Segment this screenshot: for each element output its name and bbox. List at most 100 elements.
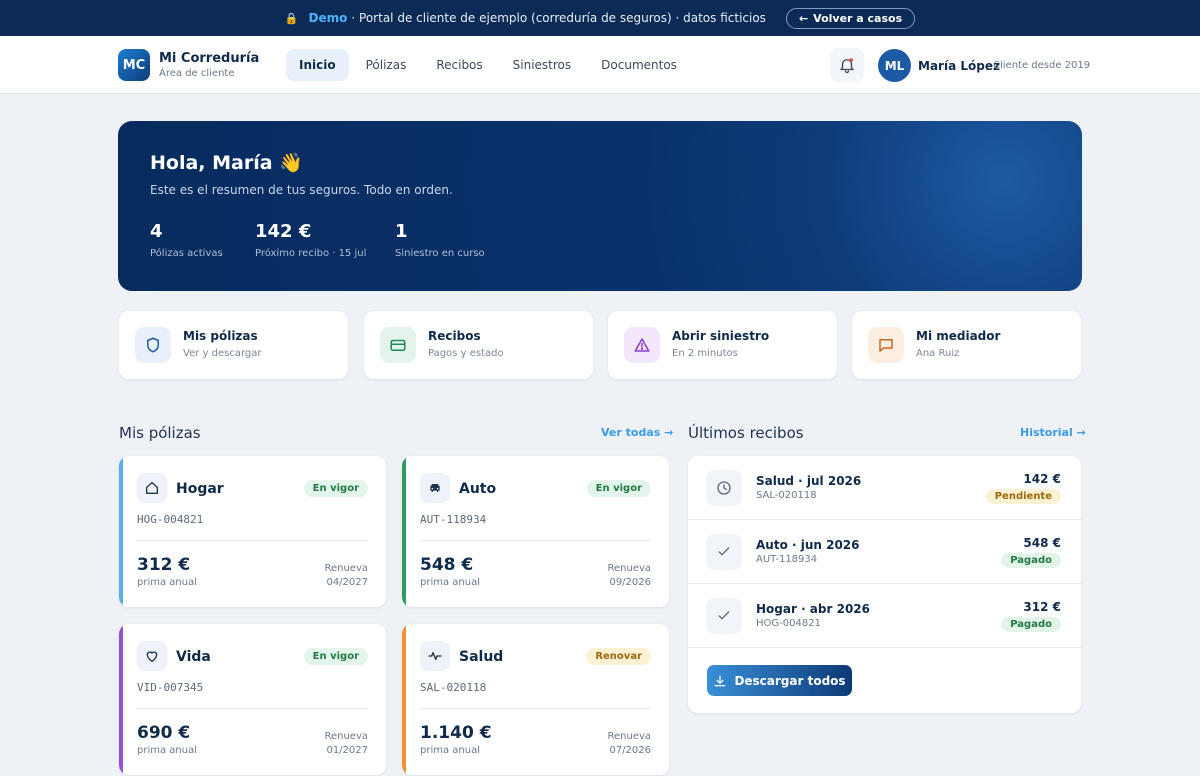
policy-name: Vida <box>176 649 211 665</box>
policy-code: AUT-118934 <box>420 513 487 526</box>
home-icon <box>137 473 167 503</box>
nav-polizas[interactable]: Pólizas <box>353 49 420 81</box>
renew-label: Renueva <box>607 731 651 742</box>
card-accent <box>402 456 406 607</box>
stat-value: 1 <box>395 221 408 242</box>
quick-action-policies[interactable]: Mis pólizas Ver y descargar <box>119 311 348 379</box>
heart-icon <box>137 641 167 671</box>
download-icon <box>715 675 726 686</box>
receipt-amount: 312 € <box>1023 600 1061 614</box>
nav-recibos[interactable]: Recibos <box>423 49 495 81</box>
policy-card-auto[interactable]: Auto En vigor AUT-118934 548 € prima anu… <box>402 456 669 607</box>
status-badge: Pendiente <box>985 489 1061 504</box>
policy-amount-label: prima anual <box>420 577 480 588</box>
renew-label: Renueva <box>607 563 651 574</box>
receipt-amount: 548 € <box>1023 536 1061 550</box>
warning-icon <box>624 327 660 363</box>
status-badge: En vigor <box>586 480 651 497</box>
back-to-cases-label: Volver a casos <box>813 11 903 25</box>
stat-active-policies: 4 Pólizas activas <box>150 221 223 259</box>
receipts-history-link[interactable]: Historial → <box>1020 426 1086 439</box>
nav-inicio[interactable]: Inicio <box>286 49 349 81</box>
demo-text: · Portal de cliente de ejemplo (corredur… <box>351 11 766 25</box>
policy-amount-label: prima anual <box>137 577 197 588</box>
nav-documentos[interactable]: Documentos <box>588 49 690 81</box>
card-icon <box>380 327 416 363</box>
hero-subtitle: Este es el resumen de tus seguros. Todo … <box>150 183 453 197</box>
hero-title: Hola, María 👋 <box>150 152 303 174</box>
status-badge: En vigor <box>303 480 368 497</box>
brand-subtitle: Área de cliente <box>159 68 235 79</box>
quick-action-subtitle: Ana Ruiz <box>916 348 960 359</box>
brand-name: Mi Correduría <box>159 51 260 66</box>
receipt-title: Auto · jun 2026 <box>756 538 860 552</box>
card-accent <box>119 456 123 607</box>
policy-amount: 1.140 € <box>420 723 492 743</box>
status-badge: Renovar <box>586 648 651 665</box>
logo[interactable]: MC <box>118 49 150 81</box>
welcome-hero: Hola, María 👋 Este es el resumen de tus … <box>118 121 1082 291</box>
policy-amount-label: prima anual <box>137 745 197 756</box>
stat-next-receipt: 142 € Próximo recibo · 15 jul <box>255 221 366 259</box>
see-all-policies-link[interactable]: Ver todas → <box>601 426 673 439</box>
receipt-code: HOG-004821 <box>756 618 821 629</box>
pulse-icon <box>420 641 450 671</box>
car-icon <box>420 473 450 503</box>
policies-section-title: Mis pólizas <box>119 424 201 442</box>
receipt-row[interactable]: Auto · jun 2026 AUT-118934 548 € Pagado <box>688 520 1081 584</box>
receipt-row[interactable]: Salud · jul 2026 SAL-020118 142 € Pendie… <box>688 456 1081 520</box>
receipt-title: Salud · jul 2026 <box>756 474 862 488</box>
chat-icon <box>868 327 904 363</box>
quick-action-title: Abrir siniestro <box>672 329 770 343</box>
receipts-section-title: Últimos recibos <box>688 424 804 442</box>
receipt-code: AUT-118934 <box>756 554 818 565</box>
receipt-amount: 142 € <box>1023 472 1061 486</box>
policy-amount: 312 € <box>137 555 191 575</box>
demo-label: Demo <box>308 11 348 25</box>
status-badge: Pagado <box>1001 553 1061 568</box>
quick-action-subtitle: Ver y descargar <box>183 348 262 359</box>
card-accent <box>119 624 123 775</box>
receipt-title: Hogar · abr 2026 <box>756 602 870 616</box>
check-icon <box>706 534 742 570</box>
lock-icon: 🔒 <box>284 11 299 25</box>
header: MC Mi Correduría Área de cliente Inicio … <box>0 36 1200 94</box>
renew-date: 04/2027 <box>326 577 368 588</box>
quick-action-mediator[interactable]: Mi mediador Ana Ruiz <box>852 311 1081 379</box>
back-to-cases-button[interactable]: ← Volver a casos <box>785 7 916 29</box>
status-badge: En vigor <box>303 648 368 665</box>
policy-code: VID-007345 <box>137 681 204 694</box>
stat-label: Siniestro en curso <box>395 248 485 259</box>
quick-action-title: Mis pólizas <box>183 329 258 343</box>
stat-value: 142 € <box>255 221 312 242</box>
policy-amount: 548 € <box>420 555 474 575</box>
demo-banner: 🔒 Demo · Portal de cliente de ejemplo (c… <box>0 0 1200 36</box>
renew-date: 01/2027 <box>326 745 368 756</box>
policy-card-hogar[interactable]: Hogar En vigor HOG-004821 312 € prima an… <box>119 456 386 607</box>
policy-name: Salud <box>459 649 504 665</box>
quick-action-subtitle: En 2 minutos <box>672 348 738 359</box>
avatar[interactable]: ML <box>878 49 911 82</box>
receipts-panel: Salud · jul 2026 SAL-020118 142 € Pendie… <box>688 456 1081 713</box>
quick-action-receipts[interactable]: Recibos Pagos y estado <box>364 311 593 379</box>
divider <box>137 540 368 541</box>
quick-action-subtitle: Pagos y estado <box>428 348 504 359</box>
receipt-code: SAL-020118 <box>756 490 817 501</box>
policy-amount-label: prima anual <box>420 745 480 756</box>
renew-date: 07/2026 <box>609 745 651 756</box>
quick-action-open-claim[interactable]: Abrir siniestro En 2 minutos <box>608 311 837 379</box>
policy-card-vida[interactable]: Vida En vigor VID-007345 690 € prima anu… <box>119 624 386 775</box>
renew-date: 09/2026 <box>609 577 651 588</box>
user-name: María López <box>918 59 1000 73</box>
status-badge: Pagado <box>1001 617 1061 632</box>
download-all-button[interactable]: Descargar todos <box>707 665 852 696</box>
nav-siniestros[interactable]: Siniestros <box>500 49 585 81</box>
policy-amount: 690 € <box>137 723 191 743</box>
divider <box>137 708 368 709</box>
notifications-button[interactable] <box>830 48 864 82</box>
main-nav: Inicio Pólizas Recibos Siniestros Docume… <box>286 49 694 81</box>
policy-card-salud[interactable]: Salud Renovar SAL-020118 1.140 € prima a… <box>402 624 669 775</box>
clock-icon <box>706 470 742 506</box>
policy-code: SAL-020118 <box>420 681 487 694</box>
receipt-row[interactable]: Hogar · abr 2026 HOG-004821 312 € Pagado <box>688 584 1081 648</box>
